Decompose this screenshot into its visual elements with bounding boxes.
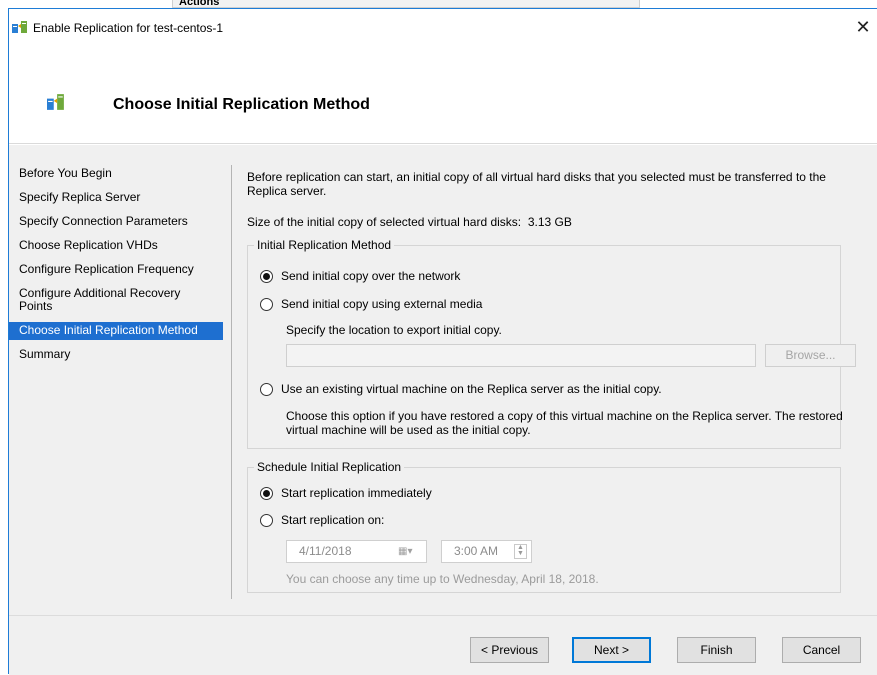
wizard-body: Before You Begin Specify Replica Server … <box>9 145 877 615</box>
export-location-input[interactable] <box>286 344 756 367</box>
wizard-content: Before replication can start, an initial… <box>247 145 869 615</box>
replication-wizard-dialog: Enable Replication for test-centos-1 ✕ C… <box>8 8 877 675</box>
calendar-dropdown-icon[interactable]: ▦▾ <box>398 545 422 558</box>
intro-text: Before replication can start, an initial… <box>247 170 826 198</box>
nav-step-specify-replica-server[interactable]: Specify Replica Server <box>9 189 223 207</box>
radio-send-external-media[interactable]: Send initial copy using external media <box>260 297 482 311</box>
nav-step-connection-parameters[interactable]: Specify Connection Parameters <box>9 213 223 231</box>
group-legend: Initial Replication Method <box>254 238 395 252</box>
radio-label: Send initial copy using external media <box>281 297 483 311</box>
nav-step-replication-vhds[interactable]: Choose Replication VHDs <box>9 237 223 255</box>
radio-indicator[interactable] <box>260 269 273 283</box>
schedule-initial-replication-group: Schedule Initial Replication Start repli… <box>247 460 841 593</box>
background-actions-pane-header: Actions <box>172 0 640 8</box>
next-button[interactable]: Next > <box>572 637 651 663</box>
close-button[interactable]: ✕ <box>848 15 877 41</box>
existing-vm-note: Choose this option if you have restored … <box>286 409 843 437</box>
radio-send-over-network[interactable]: Send initial copy over the network <box>260 269 460 283</box>
hyperv-replication-icon <box>47 93 65 114</box>
group-legend: Schedule Initial Replication <box>254 460 405 474</box>
window-title: Enable Replication for test-centos-1 <box>33 21 224 35</box>
start-time-picker[interactable]: 3:00 AM ▲ ▼ <box>441 540 532 563</box>
cancel-button[interactable]: Cancel <box>782 637 861 663</box>
radio-label: Use an existing virtual machine on the R… <box>281 382 662 396</box>
radio-indicator[interactable] <box>260 297 273 311</box>
nav-step-initial-replication-method[interactable]: Choose Initial Replication Method <box>9 322 223 340</box>
nav-step-summary[interactable]: Summary <box>9 346 223 364</box>
radio-start-immediately[interactable]: Start replication immediately <box>260 486 432 500</box>
radio-indicator[interactable] <box>260 382 273 396</box>
radio-indicator[interactable] <box>260 486 273 500</box>
browse-button[interactable]: Browse... <box>765 344 856 367</box>
nav-divider <box>231 165 232 599</box>
previous-button[interactable]: < Previous <box>470 637 549 663</box>
close-icon: ✕ <box>855 17 871 37</box>
start-date-picker[interactable]: 4/11/2018 ▦▾ <box>286 540 427 563</box>
title-bar: Enable Replication for test-centos-1 ✕ <box>9 9 877 41</box>
radio-use-existing-vm[interactable]: Use an existing virtual machine on the R… <box>260 382 662 396</box>
initial-replication-method-group: Initial Replication Method Send initial … <box>247 238 856 449</box>
export-location-label: Specify the location to export initial c… <box>286 323 502 337</box>
wizard-header: Choose Initial Replication Method <box>9 41 877 144</box>
hyperv-replication-icon <box>12 20 28 37</box>
initial-copy-size: Size of the initial copy of selected vir… <box>247 215 572 229</box>
finish-button[interactable]: Finish <box>677 637 756 663</box>
radio-indicator[interactable] <box>260 513 273 527</box>
nav-step-replication-frequency[interactable]: Configure Replication Frequency <box>9 261 223 279</box>
schedule-hint: You can choose any time up to Wednesday,… <box>286 572 599 586</box>
date-value: 4/11/2018 <box>299 544 352 558</box>
radio-label: Start replication on: <box>281 513 385 527</box>
radio-start-on-date[interactable]: Start replication on: <box>260 513 384 527</box>
size-value: 3.13 GB <box>527 215 572 229</box>
time-spinner-icon[interactable]: ▲ ▼ <box>514 544 527 559</box>
nav-step-before-you-begin[interactable]: Before You Begin <box>9 165 223 183</box>
radio-label: Send initial copy over the network <box>281 269 461 283</box>
wizard-footer: < Previous Next > Finish Cancel <box>9 615 877 675</box>
page-title: Choose Initial Replication Method <box>113 96 370 113</box>
wizard-steps-nav: Before You Begin Specify Replica Server … <box>9 165 223 370</box>
nav-step-recovery-points[interactable]: Configure Additional Recovery Points <box>9 285 223 316</box>
size-label: Size of the initial copy of selected vir… <box>247 215 522 229</box>
radio-label: Start replication immediately <box>281 486 432 500</box>
time-value: 3:00 AM <box>454 544 499 558</box>
